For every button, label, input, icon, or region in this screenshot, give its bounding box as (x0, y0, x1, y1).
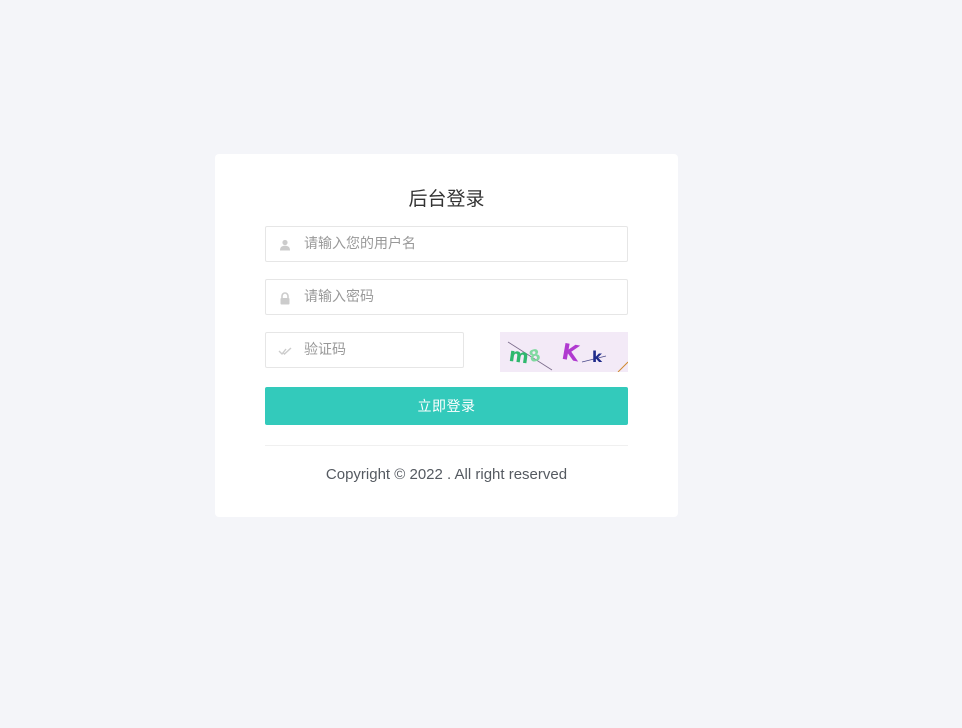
copyright-text: Copyright © 2022 . All right reserved (325, 466, 568, 483)
username-field[interactable] (265, 226, 628, 262)
user-icon (277, 237, 293, 253)
page-title: 后台登录 (408, 188, 485, 210)
login-card: 后台登录 请输入您的用户名 验证码 m 8 K k 立即登录 Copyright… (215, 154, 678, 517)
lock-icon (277, 290, 293, 306)
password-field[interactable] (265, 279, 628, 315)
username-input[interactable] (304, 227, 619, 261)
svg-text:K: K (560, 340, 582, 368)
svg-text:8: 8 (527, 345, 543, 366)
divider (265, 445, 628, 446)
check-icon (277, 343, 293, 359)
svg-text:k: k (592, 348, 603, 366)
login-button[interactable]: 立即登录 (265, 387, 628, 425)
captcha-field[interactable] (265, 332, 464, 368)
password-input[interactable] (304, 280, 619, 314)
captcha-image[interactable]: m 8 K k (500, 332, 628, 372)
captcha-input[interactable] (304, 333, 455, 367)
